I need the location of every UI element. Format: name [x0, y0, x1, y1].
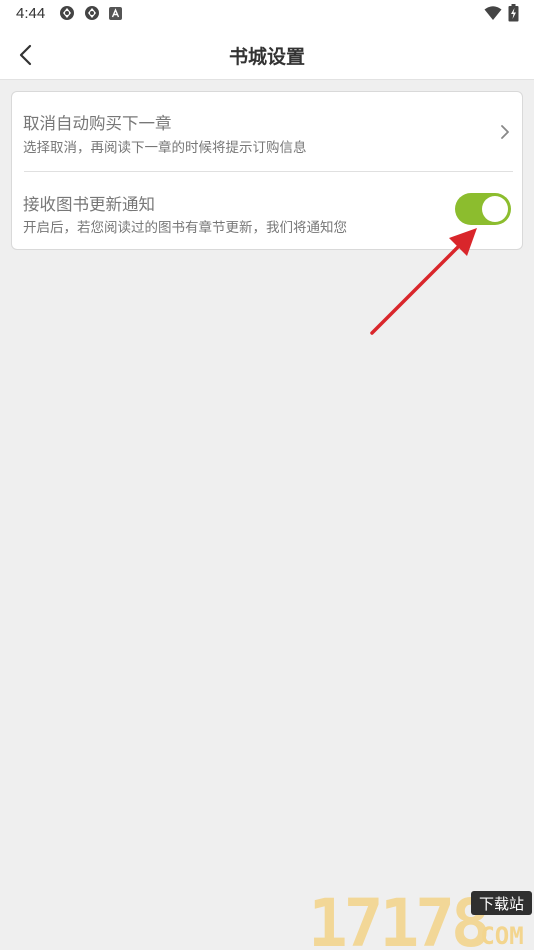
wifi-icon [484, 6, 502, 20]
setting-description: 选择取消，再阅读下一章的时候将提示订购信息 [23, 140, 307, 156]
annotation-arrow-icon [370, 228, 477, 335]
status-bar: 4:44 [0, 0, 534, 28]
setting-label: 接收图书更新通知 [23, 195, 155, 214]
setting-label: 取消自动购买下一章 [23, 114, 172, 133]
svg-text:17178: 17178 [308, 886, 487, 950]
watermark-logo: 17178 下载站 COM [308, 886, 532, 950]
page-title: 书城设置 [228, 46, 305, 68]
status-time: 4:44 [16, 5, 46, 22]
chevron-right-icon [501, 125, 509, 139]
battery-charging-icon [508, 4, 519, 22]
toggle-knob [482, 196, 508, 222]
setting-description: 开启后，若您阅读过的图书有章节更新，我们将通知您 [23, 220, 347, 236]
app-store-icon [109, 7, 122, 20]
setting-row-cancel-auto-purchase[interactable]: 取消自动购买下一章 选择取消，再阅读下一章的时候将提示订购信息 [12, 92, 524, 171]
aperture-icon [60, 6, 74, 20]
app-bar: 书城设置 [0, 28, 534, 80]
svg-text:下载站: 下载站 [479, 895, 524, 913]
svg-text:COM: COM [480, 922, 523, 950]
aperture-icon [85, 6, 99, 20]
